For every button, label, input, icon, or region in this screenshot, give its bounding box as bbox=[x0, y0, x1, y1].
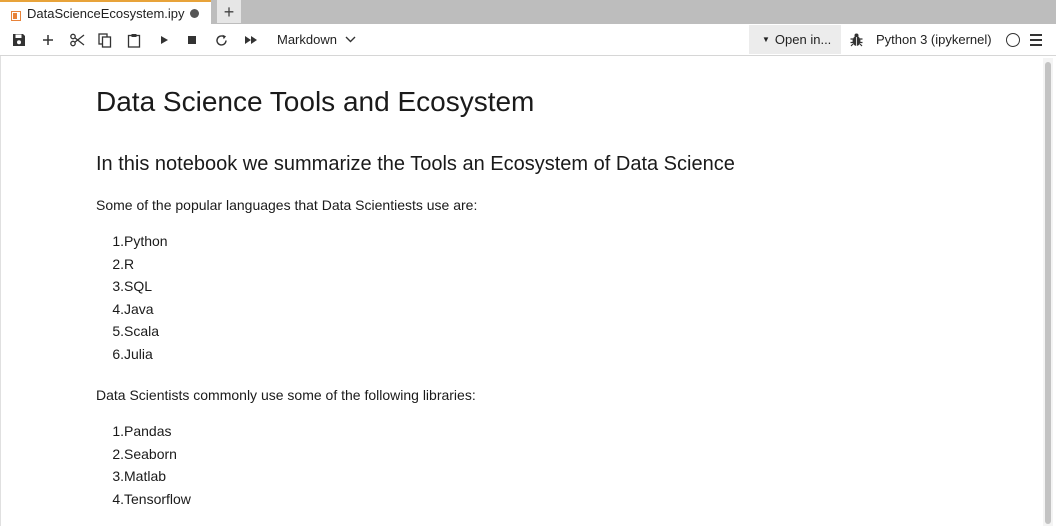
notebook-toolbar: Markdown ▼ Open in... Python 3 (ipykerne… bbox=[0, 24, 1056, 56]
list-item: 4. Java bbox=[112, 300, 154, 317]
caret-down-icon: ▼ bbox=[762, 35, 770, 44]
cell-type-dropdown[interactable]: Markdown bbox=[277, 32, 356, 47]
menu-icon[interactable] bbox=[1030, 34, 1042, 49]
run-all-icon[interactable] bbox=[243, 32, 259, 48]
save-icon[interactable] bbox=[11, 32, 27, 48]
tab-title: DataScienceEcosystem.ipy bbox=[27, 5, 185, 21]
cut-icon[interactable] bbox=[69, 32, 85, 48]
open-in-label: Open in... bbox=[774, 32, 832, 47]
vertical-scrollbar[interactable] bbox=[1043, 58, 1053, 526]
unsaved-indicator-icon[interactable] bbox=[189, 8, 199, 18]
run-icon[interactable] bbox=[156, 32, 172, 48]
kernel-name[interactable]: Python 3 (ipykernel) bbox=[876, 32, 992, 47]
list-item: 3. Matlab bbox=[112, 468, 167, 484]
list-item: 2. Seaborn bbox=[112, 445, 177, 462]
languages-list: 1. Python 2. R 3. SQL 4. Java 5. Scala 6… bbox=[96, 230, 168, 365]
libraries-list: 1. Pandas 2. Seaborn 3. Matlab 4. Tensor… bbox=[96, 420, 191, 510]
stop-icon[interactable] bbox=[184, 32, 200, 48]
open-in-button[interactable]: ▼ Open in... bbox=[749, 25, 841, 54]
languages-intro: Some of the popular languages that Data … bbox=[96, 197, 478, 213]
notebook-subtitle: In this notebook we summarize the Tools … bbox=[96, 153, 735, 175]
list-item: 6. Julia bbox=[112, 345, 153, 362]
restart-icon[interactable] bbox=[213, 32, 229, 48]
notebook-icon bbox=[11, 8, 21, 21]
scrollbar-thumb[interactable] bbox=[1045, 62, 1051, 524]
markdown-cell[interactable]: Data Science Tools and Ecosystem In this… bbox=[96, 84, 996, 507]
list-item: 1. Pandas bbox=[112, 423, 172, 439]
list-item: 1. Python bbox=[112, 233, 168, 249]
new-tab-button[interactable]: + bbox=[217, 0, 241, 23]
list-item: 2. R bbox=[112, 255, 135, 272]
copy-icon[interactable] bbox=[97, 32, 113, 48]
notebook-tab[interactable]: DataScienceEcosystem.ipy bbox=[0, 0, 211, 24]
notebook-content: Data Science Tools and Ecosystem In this… bbox=[0, 56, 1056, 526]
list-item: 3. SQL bbox=[112, 278, 153, 294]
add-cell-icon[interactable] bbox=[40, 32, 56, 48]
cell-type-label: Markdown bbox=[277, 32, 337, 47]
chevron-down-icon bbox=[345, 36, 356, 43]
notebook-title: Data Science Tools and Ecosystem bbox=[96, 86, 535, 117]
list-item: 4. Tensorflow bbox=[112, 490, 191, 507]
tab-bar: DataScienceEcosystem.ipy + bbox=[0, 0, 1056, 24]
debugger-bug-icon[interactable] bbox=[848, 32, 864, 48]
paste-icon[interactable] bbox=[126, 32, 142, 48]
kernel-status-icon bbox=[1006, 33, 1020, 47]
libraries-intro: Data Scientists commonly use some of the… bbox=[96, 387, 476, 403]
list-item: 5. Scala bbox=[112, 323, 160, 339]
